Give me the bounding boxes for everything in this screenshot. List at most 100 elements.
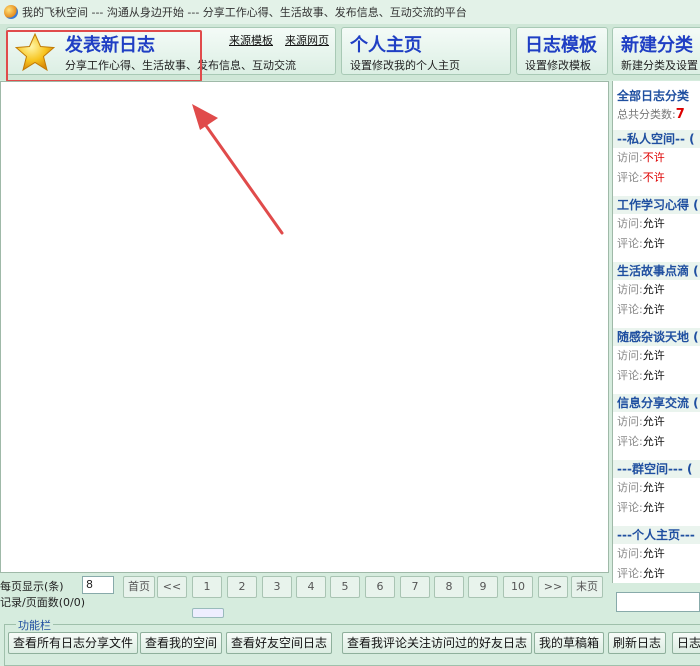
visit-label: 访问: — [617, 151, 643, 164]
comment-permission: 允许 — [642, 435, 665, 448]
comment-permission: 允许 — [642, 369, 665, 382]
category-visit-row: 访问:允许 — [613, 412, 700, 432]
page-4-button[interactable]: 4 — [296, 576, 326, 598]
category-item[interactable]: 生活故事点滴 (访问:允许 评论:允许 — [613, 262, 700, 320]
category-item[interactable]: ---个人主页--- 访问:允许 评论:允许 — [613, 526, 700, 583]
category-subtitle: 新建分类及设置 — [621, 59, 698, 72]
prev-page-button[interactable]: << — [157, 576, 187, 598]
page-1-button[interactable]: 1 — [192, 576, 222, 598]
refresh-blog-button[interactable]: 刷新日志 — [608, 632, 667, 654]
comment-permission: 允许 — [642, 567, 665, 580]
page-7-button[interactable]: 7 — [400, 576, 430, 598]
count-label: 总共分类数: — [617, 108, 676, 121]
category-comment-row: 评论:允许 — [613, 432, 700, 452]
source-template-link[interactable]: 来源模板 — [229, 32, 273, 48]
template-title: 日志模板 — [525, 35, 597, 56]
visit-permission: 允许 — [642, 415, 665, 428]
category-item[interactable]: ---群空间--- (访问:允许 评论:允许 — [613, 460, 700, 518]
category-list: --私人空间-- (访问:不许 评论:不许 工作学习心得 (访问:允许 评论:允许 生活… — [613, 130, 700, 583]
page-8-button[interactable]: 8 — [434, 576, 464, 598]
category-comment-row: 评论:允许 — [613, 300, 700, 320]
visit-label: 访问: — [617, 217, 643, 230]
per-page-label: 每页显示(条) — [0, 580, 64, 593]
category-visit-row: 访问:不许 — [613, 148, 700, 168]
template-subtitle: 设置修改模板 — [525, 59, 591, 72]
category-name[interactable]: 信息分享交流 ( — [613, 394, 700, 412]
page-10-button[interactable]: 10 — [503, 576, 533, 598]
category-item[interactable]: 随感杂谈天地 (访问:允许 评论:允许 — [613, 328, 700, 386]
view-commented-friend-blogs-button[interactable]: 查看我评论关注访问过的好友日志 — [342, 632, 533, 654]
view-friend-blogs-button[interactable]: 查看好友空间日志 — [226, 632, 333, 654]
comment-label: 评论: — [617, 303, 643, 316]
comment-permission: 允许 — [642, 303, 665, 316]
page-3-button[interactable]: 3 — [262, 576, 292, 598]
new-category-button[interactable]: 新建分类 新建分类及设置 — [612, 27, 700, 75]
window-title: 我的飞秋空间 --- 沟通从身边开始 --- 分享工作心得、生活故事、发布信息、… — [22, 6, 467, 19]
category-visit-row: 访问:允许 — [613, 280, 700, 300]
blog-content-area[interactable] — [0, 81, 609, 573]
category-comment-row: 评论:允许 — [613, 234, 700, 254]
category-visit-row: 访问:允许 — [613, 544, 700, 564]
category-comment-row: 评论:允许 — [613, 366, 700, 386]
blog-template-button[interactable]: 日志模板 设置修改模板 — [516, 27, 608, 75]
view-all-shared-files-button[interactable]: 查看所有日志分享文件 — [8, 632, 139, 654]
category-name[interactable]: 工作学习心得 ( — [613, 196, 700, 214]
category-item[interactable]: 信息分享交流 (访问:允许 评论:允许 — [613, 394, 700, 452]
comment-label: 评论: — [617, 567, 643, 580]
page-6-button[interactable]: 6 — [365, 576, 395, 598]
category-name[interactable]: 随感杂谈天地 ( — [613, 328, 700, 346]
page-9-button[interactable]: 9 — [468, 576, 498, 598]
category-title: 新建分类 — [621, 35, 693, 56]
visit-label: 访问: — [617, 283, 643, 296]
comment-permission: 不许 — [642, 171, 665, 184]
visit-permission: 允许 — [642, 217, 665, 230]
category-comment-row: 评论:允许 — [613, 498, 700, 518]
scroll-handle[interactable] — [192, 608, 224, 618]
page-5-button[interactable]: 5 — [330, 576, 360, 598]
first-page-button[interactable]: 首页 — [123, 576, 155, 598]
sidebar-search-input[interactable] — [616, 592, 700, 612]
view-my-space-button[interactable]: 查看我的空间 — [140, 632, 223, 654]
category-comment-row: 评论:允许 — [613, 564, 700, 583]
comment-permission: 允许 — [642, 237, 665, 250]
category-name[interactable]: 生活故事点滴 ( — [613, 262, 700, 280]
category-visit-row: 访问:允许 — [613, 478, 700, 498]
visit-label: 访问: — [617, 349, 643, 362]
category-comment-row: 评论:不许 — [613, 168, 700, 188]
comment-label: 评论: — [617, 435, 643, 448]
next-page-button[interactable]: >> — [538, 576, 568, 598]
visit-permission: 允许 — [642, 547, 665, 560]
category-item[interactable]: 工作学习心得 (访问:允许 评论:允许 — [613, 196, 700, 254]
comment-label: 评论: — [617, 369, 643, 382]
home-subtitle: 设置修改我的个人主页 — [350, 59, 460, 72]
annotation-highlight-box — [6, 30, 202, 82]
function-bar-label: 功能栏 — [16, 617, 53, 633]
category-name[interactable]: ---个人主页--- — [613, 526, 700, 544]
comment-label: 评论: — [617, 501, 643, 514]
home-title: 个人主页 — [350, 35, 422, 56]
personal-home-button[interactable]: 个人主页 设置修改我的个人主页 — [341, 27, 511, 75]
comment-label: 评论: — [617, 237, 643, 250]
pager: 每页显示(条) 8 记录/页面数(0/0) 首页 << 1 2 3 4 5 6 7 8 9 10 … — [0, 576, 612, 618]
visit-permission: 允许 — [642, 283, 665, 296]
blog-button[interactable]: 日志 — [672, 632, 700, 654]
drafts-button[interactable]: 我的草稿箱 — [534, 632, 605, 654]
page-2-button[interactable]: 2 — [227, 576, 257, 598]
category-visit-row: 访问:允许 — [613, 214, 700, 234]
visit-permission: 允许 — [642, 481, 665, 494]
per-page-input[interactable]: 8 — [82, 576, 114, 594]
category-count: 总共分类数:7 — [613, 104, 700, 122]
category-sidebar: 全部日志分类 总共分类数:7 --私人空间-- (访问:不许 评论:不许 工作学习心… — [612, 81, 700, 583]
app-icon — [4, 5, 18, 19]
annotation-arrow-icon — [192, 104, 284, 235]
category-visit-row: 访问:允许 — [613, 346, 700, 366]
category-name[interactable]: ---群空间--- ( — [613, 460, 700, 478]
visit-label: 访问: — [617, 547, 643, 560]
last-page-button[interactable]: 末页 — [571, 576, 603, 598]
category-item[interactable]: --私人空间-- (访问:不许 评论:不许 — [613, 130, 700, 188]
visit-permission: 允许 — [642, 349, 665, 362]
source-web-link[interactable]: 来源网页 — [285, 32, 329, 48]
record-info: 记录/页面数(0/0) — [0, 596, 85, 609]
all-categories-heading[interactable]: 全部日志分类 — [613, 81, 700, 104]
category-name[interactable]: --私人空间-- ( — [613, 130, 700, 148]
